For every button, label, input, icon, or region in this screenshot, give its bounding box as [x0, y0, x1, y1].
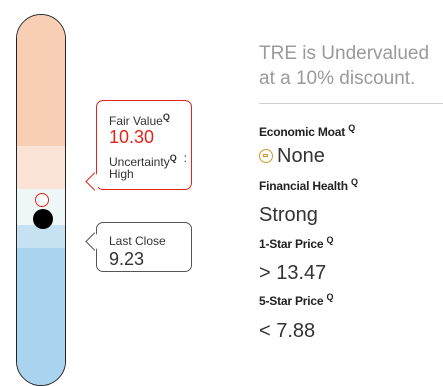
- valuation-summary: TRE is Undervalued at a 10% discount.: [259, 41, 443, 91]
- info-icon[interactable]: Q: [326, 292, 333, 302]
- five-star-price-number: 7.88: [276, 320, 316, 342]
- scale-band-undervalued-high: [17, 248, 65, 385]
- one-star-price-number: 13.47: [276, 262, 327, 284]
- scale-band-overvalued-low: [17, 146, 65, 189]
- info-icon[interactable]: Q: [163, 112, 170, 122]
- fair-value-label: Fair ValueQ: [109, 110, 170, 128]
- uncertainty-colon: :: [183, 151, 187, 165]
- summary-line-2: at a 10% discount.: [259, 68, 416, 89]
- one-star-price-title: 1-Star Price: [259, 237, 324, 251]
- info-icon[interactable]: Q: [170, 153, 177, 163]
- less-than-symbol: <: [259, 320, 271, 342]
- economic-moat-value: None: [259, 145, 325, 167]
- fair-value-value: 10.30: [109, 127, 155, 147]
- callout-pointer: [85, 172, 104, 191]
- last-close-callout: Last Close 9.23: [85, 222, 192, 272]
- five-star-price-title: 5-Star Price: [259, 294, 324, 308]
- last-close-label: Last Close: [109, 234, 166, 248]
- fair-value-title: Fair Value: [109, 114, 163, 128]
- info-icon[interactable]: Q: [348, 123, 355, 133]
- economic-moat-title: Economic Moat: [259, 125, 346, 139]
- economic-moat-label: Economic Moat Q: [259, 123, 355, 139]
- financial-health-title: Financial Health: [259, 179, 348, 193]
- uncertainty-value: High: [109, 167, 134, 181]
- financial-health-label: Financial Health Q: [259, 177, 358, 193]
- last-close-marker: [33, 209, 53, 229]
- fair-value-callout: Fair ValueQ 10.30 UncertaintyQ : High: [85, 100, 192, 191]
- moat-icon: [259, 149, 273, 163]
- scale-band-overvalued-high: [17, 15, 65, 146]
- one-star-price-label: 1-Star Price Q: [259, 235, 333, 251]
- financial-health-value: Strong: [259, 204, 318, 226]
- greater-than-symbol: >: [259, 262, 271, 284]
- callout-pointer: [85, 232, 104, 251]
- divider: [259, 103, 443, 104]
- info-icon[interactable]: Q: [351, 177, 358, 187]
- last-close-value: 9.23: [109, 249, 145, 269]
- info-icon[interactable]: Q: [326, 235, 333, 245]
- economic-moat-text: None: [277, 145, 325, 167]
- five-star-price-label: 5-Star Price Q: [259, 292, 333, 308]
- summary-line-1: TRE is Undervalued: [259, 43, 430, 64]
- five-star-price-value: < 7.88: [259, 320, 315, 342]
- one-star-price-value: > 13.47: [259, 262, 326, 284]
- fair-value-marker: [35, 193, 49, 207]
